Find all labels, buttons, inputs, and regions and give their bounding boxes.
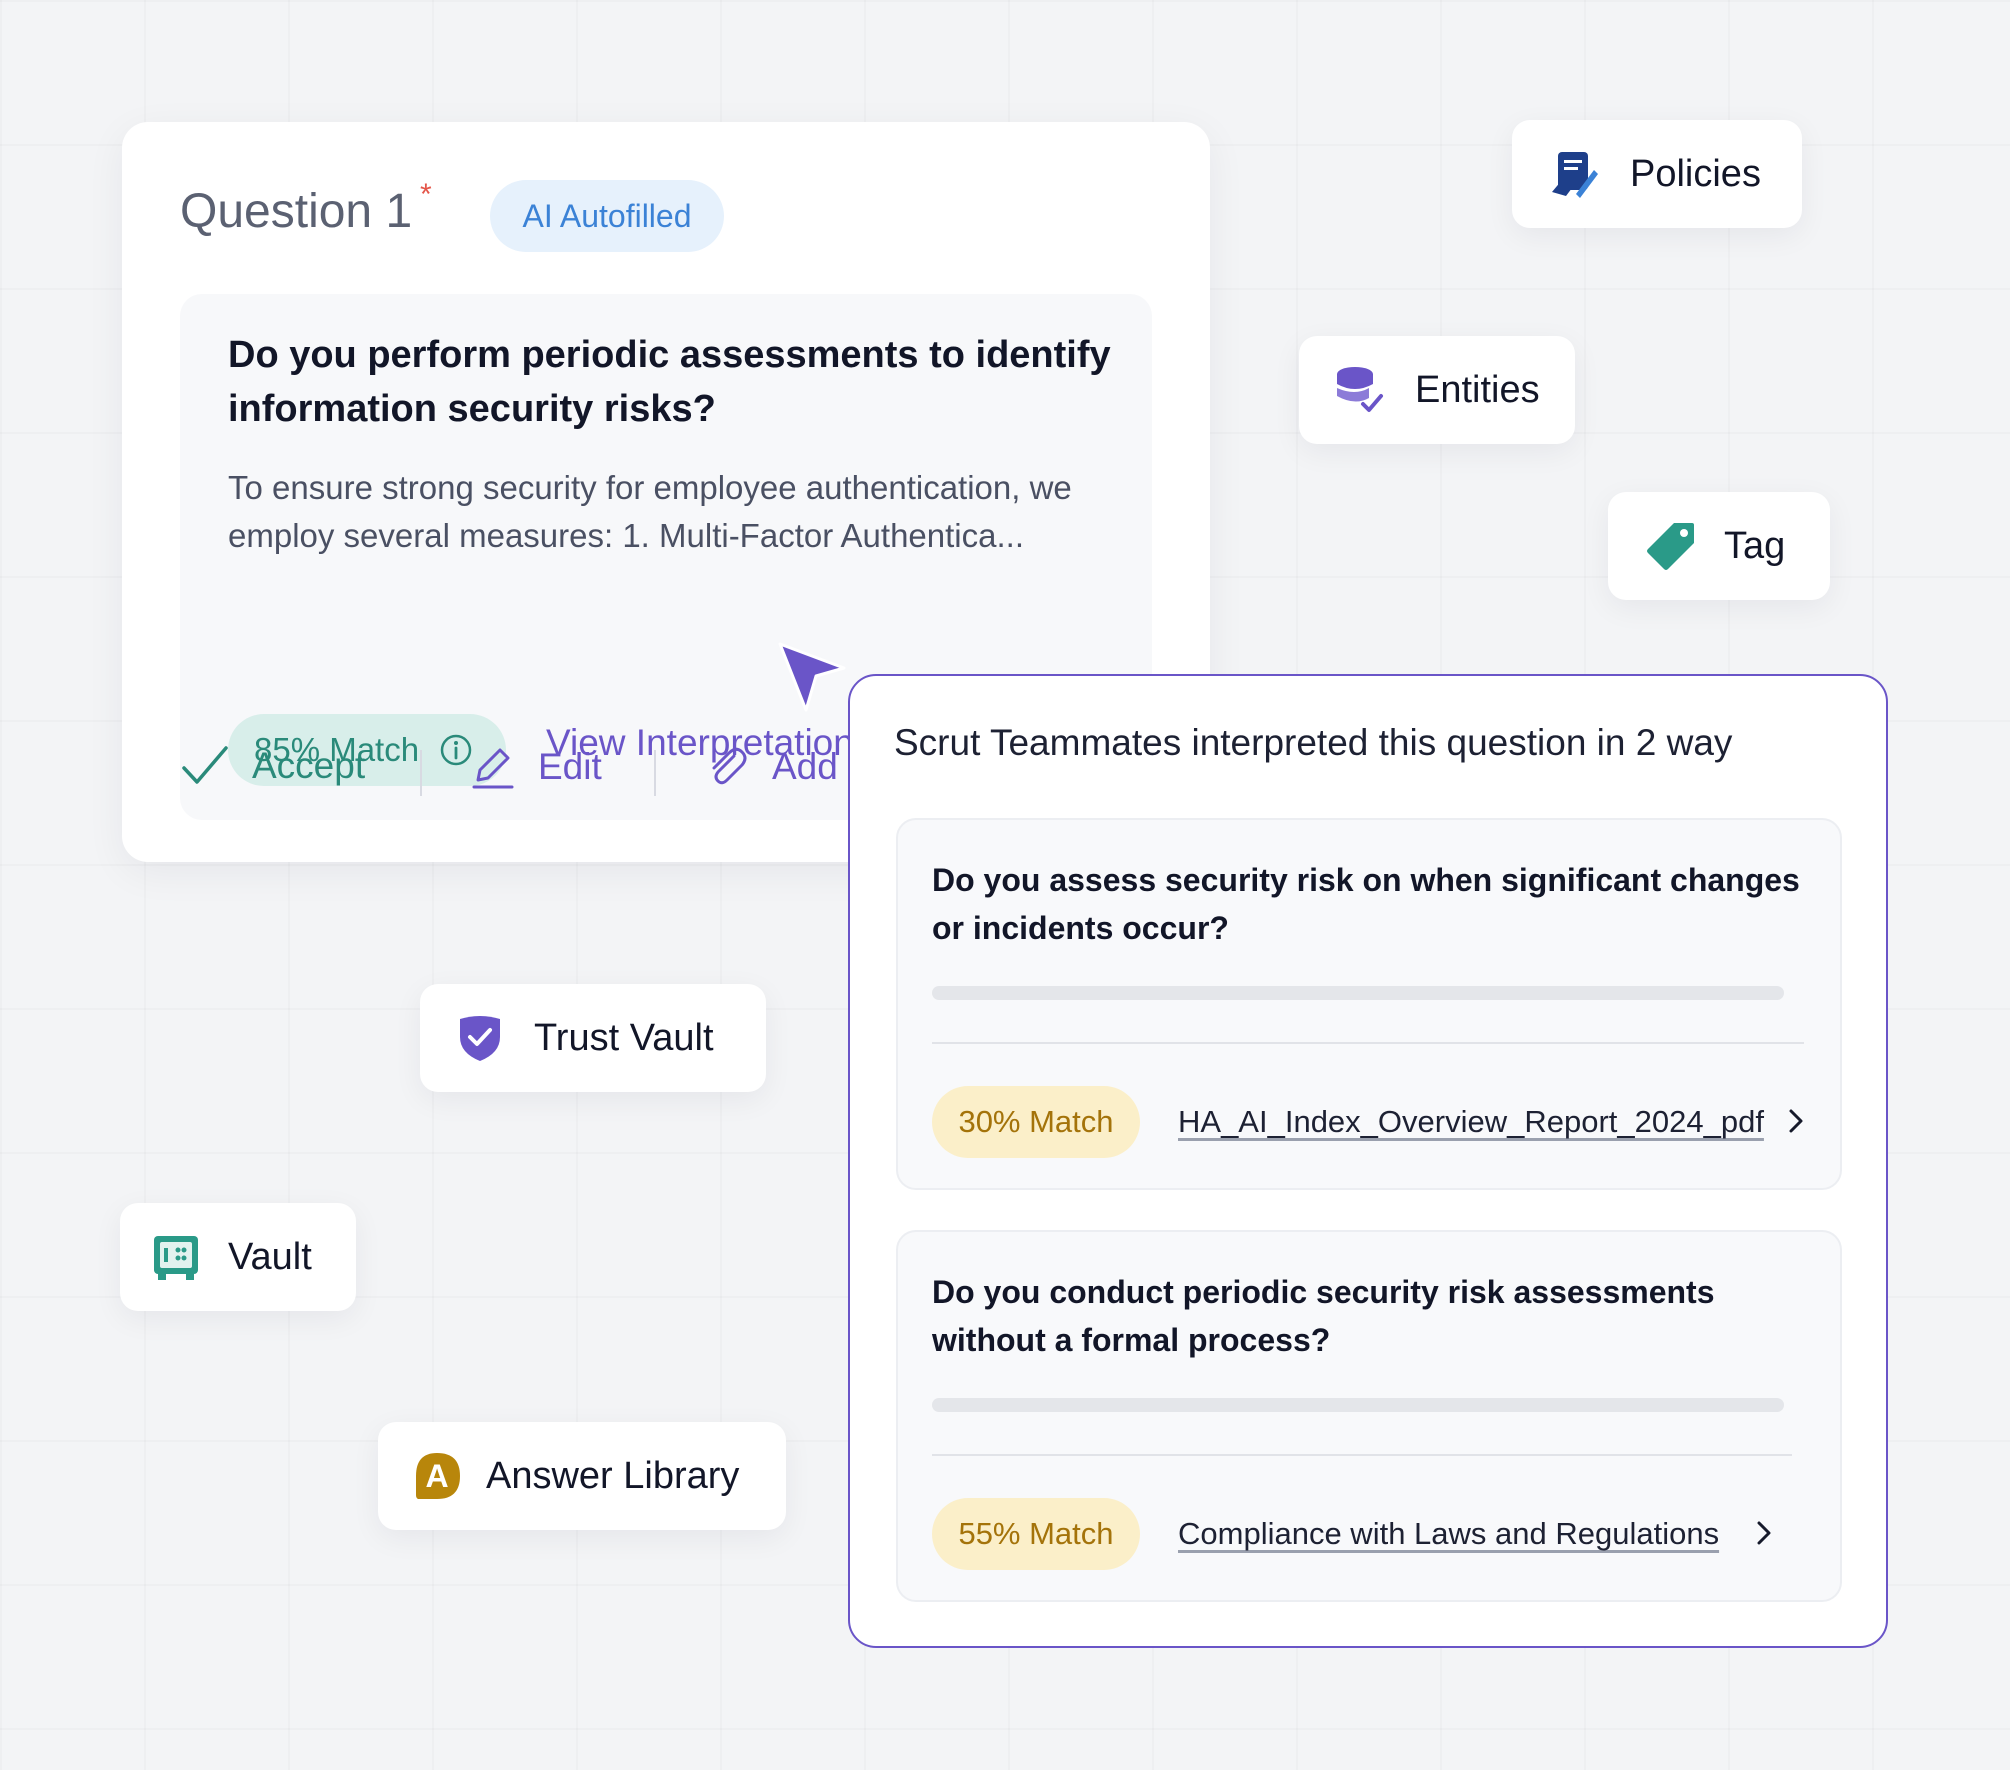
answer-library-label: Answer Library bbox=[486, 1454, 740, 1497]
source-link[interactable]: Compliance with Laws and Regulations bbox=[1178, 1516, 1719, 1552]
answer-preview[interactable]: To ensure strong security for employee a… bbox=[228, 464, 1148, 560]
trust-vault-label: Trust Vault bbox=[534, 1016, 714, 1059]
source-link[interactable]: HA_AI_Index_Overview_Report_2024_pdf bbox=[1178, 1104, 1764, 1140]
entities-label: Entities bbox=[1415, 368, 1540, 411]
paperclip-icon bbox=[704, 744, 750, 790]
interpretations-title: Scrut Teammates interpreted this questio… bbox=[894, 722, 1733, 763]
ai-autofilled-badge: AI Autofilled bbox=[490, 180, 724, 252]
interpretation-question: Do you conduct periodic security risk as… bbox=[932, 1274, 1715, 1358]
cursor-icon bbox=[778, 642, 846, 712]
check-icon bbox=[180, 744, 230, 788]
required-mark: * bbox=[420, 178, 432, 211]
question-text: Do you perform periodic assessments to i… bbox=[228, 334, 1111, 430]
question-title: Question 1 bbox=[180, 185, 413, 238]
edit-button[interactable]: Edit bbox=[470, 744, 602, 790]
loading-bar bbox=[932, 986, 1784, 1000]
interpretations-popup: Scrut Teammates interpreted this questio… bbox=[848, 674, 1888, 1648]
vault-chip[interactable]: Vault bbox=[120, 1203, 356, 1311]
pencil-icon bbox=[470, 744, 516, 790]
answer-library-chip[interactable]: A Answer Library bbox=[378, 1422, 786, 1530]
add-label: Add bbox=[772, 746, 838, 787]
vault-label: Vault bbox=[228, 1235, 312, 1278]
action-separator bbox=[420, 750, 422, 796]
policies-icon bbox=[1548, 148, 1600, 200]
entities-chip[interactable]: Entities bbox=[1299, 336, 1575, 444]
tag-icon bbox=[1644, 519, 1698, 573]
info-icon[interactable] bbox=[439, 733, 473, 767]
policies-chip[interactable]: Policies bbox=[1512, 120, 1802, 228]
accept-label: Accept bbox=[252, 745, 366, 786]
trust-vault-icon bbox=[456, 1013, 504, 1063]
policies-label: Policies bbox=[1630, 152, 1761, 195]
loading-bar bbox=[932, 1398, 1784, 1412]
chevron-right-icon[interactable] bbox=[1754, 1518, 1776, 1548]
divider bbox=[932, 1042, 1804, 1044]
action-separator bbox=[654, 750, 656, 796]
answer-library-icon: A bbox=[412, 1451, 462, 1501]
chevron-right-icon[interactable] bbox=[1786, 1106, 1808, 1136]
accept-button[interactable]: Accept bbox=[180, 744, 365, 788]
interpretation-card[interactable]: Do you conduct periodic security risk as… bbox=[896, 1230, 1842, 1602]
interpretation-question: Do you assess security risk on when sign… bbox=[932, 862, 1800, 946]
trust-vault-chip[interactable]: Trust Vault bbox=[420, 984, 766, 1092]
tag-chip[interactable]: Tag bbox=[1608, 492, 1830, 600]
match-badge: 55% Match bbox=[932, 1498, 1140, 1570]
vault-icon bbox=[150, 1232, 202, 1282]
entities-icon bbox=[1333, 364, 1385, 416]
tag-label: Tag bbox=[1724, 524, 1786, 567]
add-attachment-button[interactable]: Add bbox=[704, 744, 838, 790]
match-badge: 30% Match bbox=[932, 1086, 1140, 1158]
divider bbox=[932, 1454, 1792, 1456]
edit-label: Edit bbox=[538, 746, 602, 787]
answer-library-letter: A bbox=[425, 1457, 449, 1494]
interpretation-card[interactable]: Do you assess security risk on when sign… bbox=[896, 818, 1842, 1190]
